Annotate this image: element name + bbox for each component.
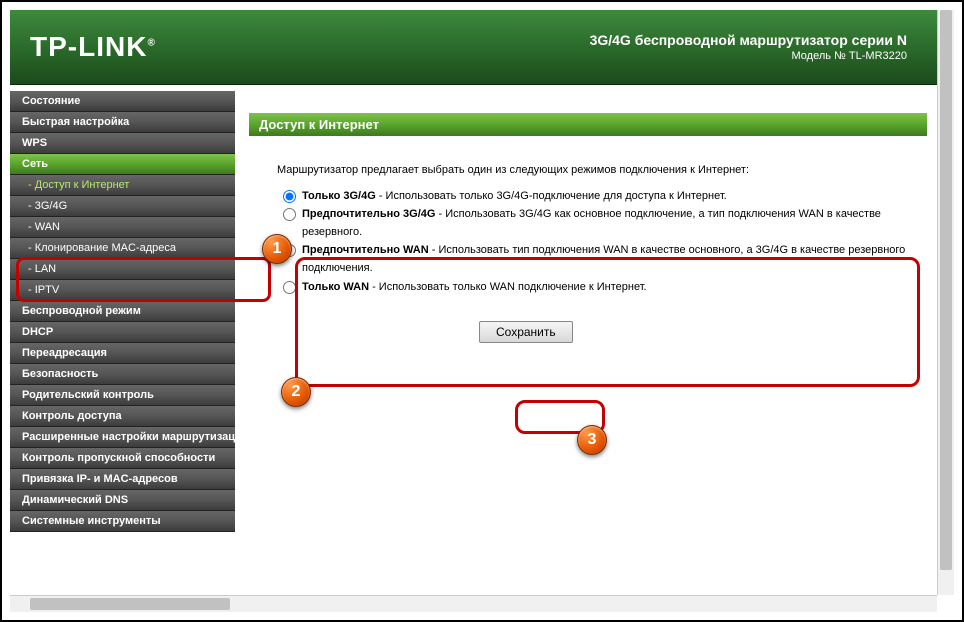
option-row-0: Только 3G/4G - Использовать только 3G/4G… <box>277 188 917 206</box>
sidebar-item-6[interactable]: - WAN <box>10 217 235 238</box>
sidebar-item-8[interactable]: - LAN <box>10 259 235 280</box>
option-label-2: Предпочтительно WAN - Использовать тип п… <box>302 242 917 277</box>
sidebar-item-3[interactable]: Сеть <box>10 154 235 175</box>
option-label-1: Предпочтительно 3G/4G - Использовать 3G/… <box>302 206 917 241</box>
sidebar-item-11[interactable]: DHCP <box>10 322 235 343</box>
annotation-badge-2: 2 <box>281 377 311 407</box>
sidebar-item-12[interactable]: Переадресация <box>10 343 235 364</box>
option-row-3: Только WAN - Использовать только WAN под… <box>277 279 917 297</box>
panel-title: Доступ к Интернет <box>249 113 927 136</box>
annotation-badge-1: 1 <box>262 234 292 264</box>
sidebar-item-5[interactable]: - 3G/4G <box>10 196 235 217</box>
vertical-scrollbar[interactable] <box>937 10 954 595</box>
sidebar-item-18[interactable]: Привязка IP- и MAC-адресов <box>10 469 235 490</box>
save-button[interactable]: Сохранить <box>479 321 573 343</box>
sidebar: СостояниеБыстрая настройкаWPSСеть- Досту… <box>10 85 235 595</box>
header-model: Модель № TL-MR3220 <box>590 50 907 62</box>
sidebar-item-2[interactable]: WPS <box>10 133 235 154</box>
sidebar-item-20[interactable]: Системные инструменты <box>10 511 235 532</box>
sidebar-item-7[interactable]: - Клонирование MAC-адреса <box>10 238 235 259</box>
sidebar-item-13[interactable]: Безопасность <box>10 364 235 385</box>
content: Доступ к Интернет Маршрутизатор предлага… <box>235 85 937 595</box>
panel-intro: Маршрутизатор предлагает выбрать один из… <box>277 162 917 180</box>
sidebar-item-14[interactable]: Родительский контроль <box>10 385 235 406</box>
sidebar-item-4[interactable]: - Доступ к Интернет <box>10 175 235 196</box>
sidebar-item-15[interactable]: Контроль доступа <box>10 406 235 427</box>
header-title: 3G/4G беспроводной маршрутизатор серии N <box>590 32 907 48</box>
horizontal-scrollbar[interactable] <box>10 595 937 612</box>
option-label-3: Только WAN - Использовать только WAN под… <box>302 279 647 297</box>
sidebar-item-9[interactable]: - IPTV <box>10 280 235 301</box>
sidebar-item-10[interactable]: Беспроводной режим <box>10 301 235 322</box>
sidebar-item-0[interactable]: Состояние <box>10 91 235 112</box>
sidebar-item-19[interactable]: Динамический DNS <box>10 490 235 511</box>
option-row-2: Предпочтительно WAN - Использовать тип п… <box>277 242 917 277</box>
annotation-badge-3: 3 <box>577 425 607 455</box>
panel-body: Маршрутизатор предлагает выбрать один из… <box>249 136 927 307</box>
option-radio-1[interactable] <box>283 208 296 221</box>
sidebar-item-16[interactable]: Расширенные настройки маршрутизации <box>10 427 235 448</box>
sidebar-item-17[interactable]: Контроль пропускной способности <box>10 448 235 469</box>
option-label-0: Только 3G/4G - Использовать только 3G/4G… <box>302 188 727 206</box>
sidebar-item-1[interactable]: Быстрая настройка <box>10 112 235 133</box>
header: TP-LINK® 3G/4G беспроводной маршрутизато… <box>10 10 937 85</box>
logo: TP-LINK® <box>30 31 156 63</box>
option-radio-3[interactable] <box>283 281 296 294</box>
option-radio-0[interactable] <box>283 190 296 203</box>
option-row-1: Предпочтительно 3G/4G - Использовать 3G/… <box>277 206 917 241</box>
